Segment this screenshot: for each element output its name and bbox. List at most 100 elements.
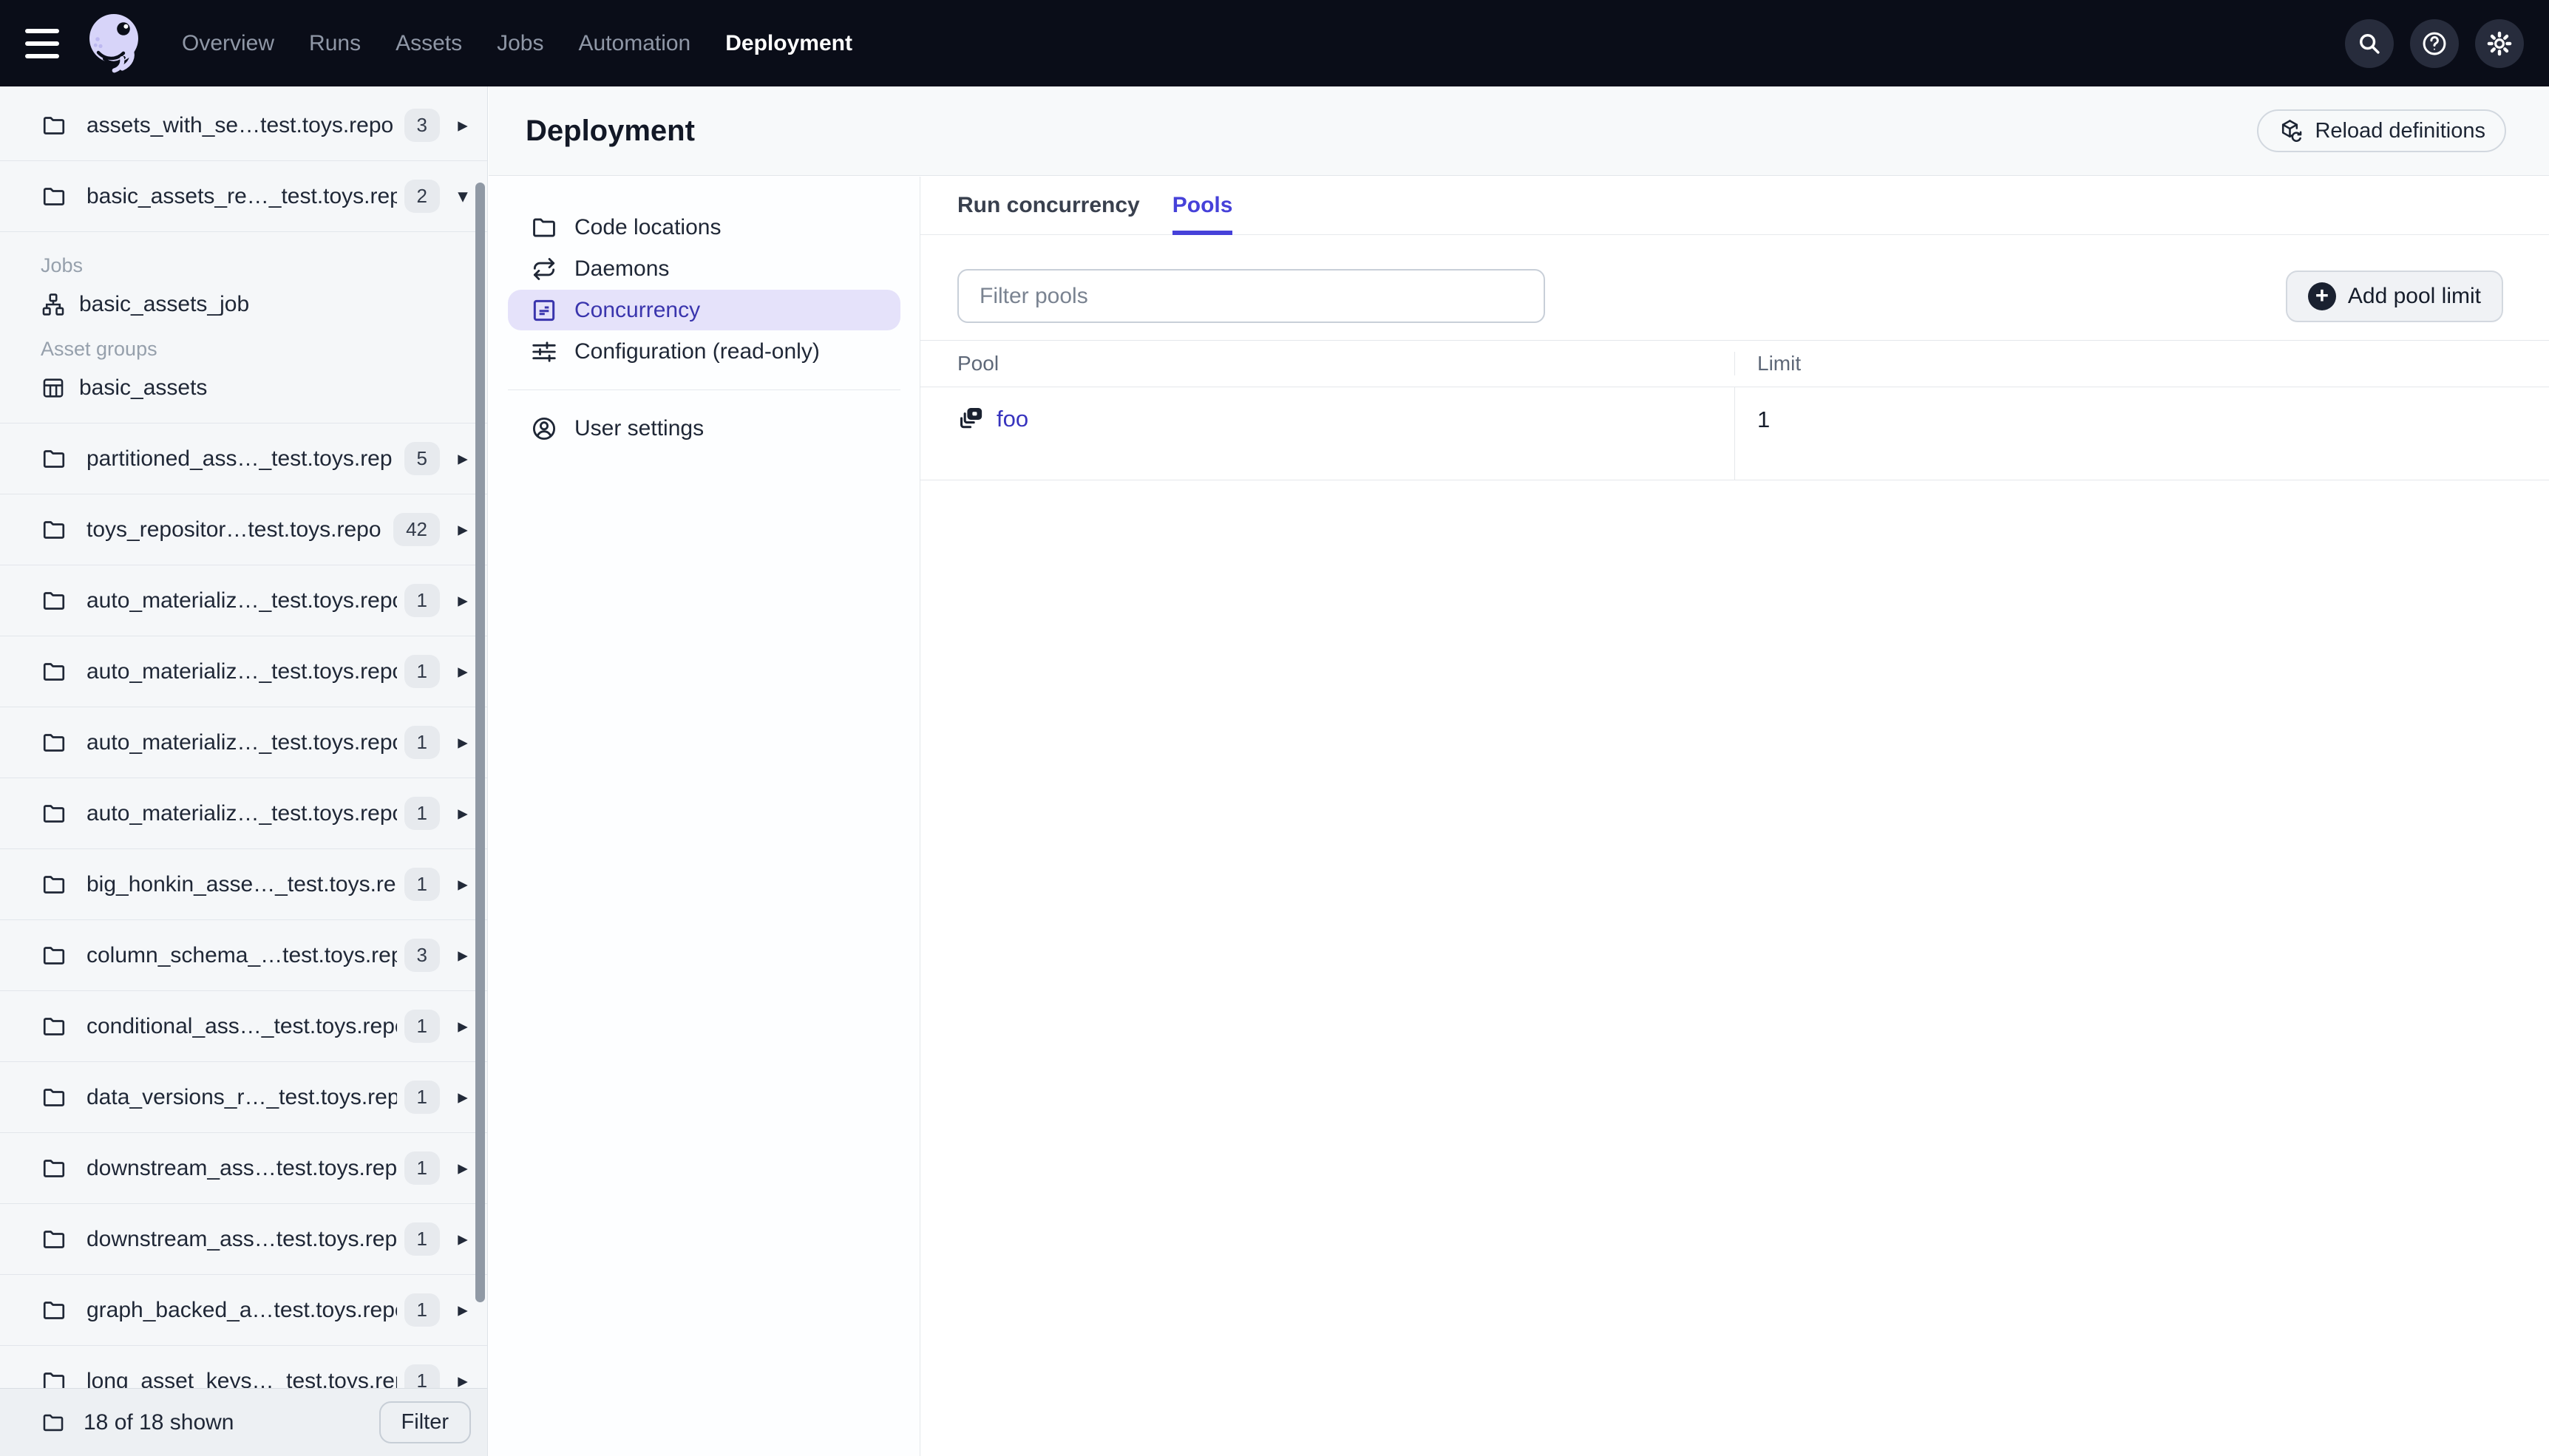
tab-run-concurrency[interactable]: Run concurrency bbox=[957, 177, 1140, 234]
count-badge: 1 bbox=[404, 1222, 440, 1256]
sidebar-scrollbar[interactable] bbox=[475, 183, 485, 1302]
sidebar-item[interactable]: assets_with_se…test.toys.repo 3 ▸ bbox=[0, 90, 487, 161]
sidebar-sub-item[interactable]: basic_assets_job bbox=[41, 285, 487, 324]
folder-icon bbox=[41, 517, 67, 543]
chevron-right-icon[interactable]: ▸ bbox=[452, 1157, 474, 1180]
concurrency-tabs: Run concurrency Pools bbox=[920, 177, 2549, 235]
filter-pools-input[interactable] bbox=[957, 269, 1545, 323]
chevron-right-icon[interactable]: ▸ bbox=[452, 731, 474, 754]
pool-limit-value: 1 bbox=[1757, 406, 1771, 432]
count-badge: 1 bbox=[404, 726, 440, 759]
tab-pools[interactable]: Pools bbox=[1172, 177, 1232, 235]
sidebar-item[interactable]: auto_materializ…_test.toys.repo 1 ▸ bbox=[0, 778, 487, 849]
folder-icon bbox=[530, 214, 558, 242]
user-icon bbox=[530, 415, 558, 443]
sidebar-item-label: partitioned_ass…_test.toys.rep bbox=[86, 446, 393, 471]
sidebar-item[interactable]: auto_materializ…_test.toys.repo 1 ▸ bbox=[0, 707, 487, 778]
sidebar-item[interactable]: auto_materializ…_test.toys.repo 1 ▸ bbox=[0, 636, 487, 707]
folder-icon bbox=[41, 1155, 67, 1182]
column-header-limit: Limit bbox=[1734, 352, 2549, 375]
subnav-item-configuration-read-only[interactable]: Configuration (read-only) bbox=[508, 331, 900, 372]
nav-item-assets[interactable]: Assets bbox=[396, 31, 462, 56]
sidebar-item-label: assets_with_se…test.toys.repo bbox=[86, 112, 394, 137]
sidebar-item[interactable]: basic_assets_re…_test.toys.rep 2 ▾ bbox=[0, 161, 487, 232]
chevron-right-icon[interactable]: ▸ bbox=[452, 589, 474, 612]
sidebar-filter-button[interactable]: Filter bbox=[379, 1401, 471, 1443]
chevron-right-icon[interactable]: ▸ bbox=[452, 1015, 474, 1038]
subnav-divider bbox=[508, 389, 900, 390]
help-button[interactable] bbox=[2410, 18, 2459, 68]
section-title: Asset groups bbox=[41, 338, 157, 360]
sidebar-item[interactable]: graph_backed_a…test.toys.repo 1 ▸ bbox=[0, 1275, 487, 1346]
chevron-right-icon[interactable]: ▸ bbox=[452, 1370, 474, 1388]
chevron-right-icon[interactable]: ▸ bbox=[452, 873, 474, 896]
count-badge: 1 bbox=[404, 797, 440, 830]
chevron-right-icon[interactable]: ▸ bbox=[452, 447, 474, 470]
nav-item-runs[interactable]: Runs bbox=[309, 31, 361, 56]
add-pool-limit-button[interactable]: + Add pool limit bbox=[2285, 270, 2503, 322]
sidebar-item[interactable]: conditional_ass…_test.toys.repo 1 ▸ bbox=[0, 991, 487, 1062]
section-title: Jobs bbox=[41, 254, 84, 276]
folder-icon bbox=[41, 659, 67, 685]
pool-link[interactable]: foo bbox=[957, 387, 1028, 432]
sidebar-item-label: big_honkin_asse…_test.toys.rep bbox=[86, 871, 397, 897]
sidebar-item[interactable]: downstream_ass…test.toys.rep 1 ▸ bbox=[0, 1133, 487, 1204]
sidebar-item[interactable]: toys_repositor…test.toys.repo 42 ▸ bbox=[0, 494, 487, 565]
sidebar-item-label: auto_materializ…_test.toys.repo bbox=[86, 729, 397, 755]
sidebar-item[interactable]: long_asset_keys…_test.toys.rep 1 ▸ bbox=[0, 1346, 487, 1388]
table-row: foo 1 bbox=[920, 387, 2549, 480]
sidebar-item[interactable]: column_schema_…test.toys.rep 3 ▸ bbox=[0, 920, 487, 991]
sidebar-item-label: long_asset_keys…_test.toys.rep bbox=[86, 1368, 397, 1389]
dagster-logo[interactable] bbox=[84, 10, 146, 77]
sidebar-item[interactable]: downstream_ass…test.toys.rep 1 ▸ bbox=[0, 1204, 487, 1275]
chevron-right-icon[interactable]: ▸ bbox=[452, 1228, 474, 1251]
hamburger-icon[interactable] bbox=[25, 28, 59, 58]
subnav-item-user-settings[interactable]: User settings bbox=[508, 408, 900, 449]
pools-table-body: foo 1 bbox=[920, 387, 2549, 480]
chevron-right-icon[interactable]: ▸ bbox=[452, 1299, 474, 1321]
chevron-right-icon[interactable]: ▸ bbox=[452, 518, 474, 541]
subnav-item-code-locations[interactable]: Code locations bbox=[508, 207, 900, 248]
search-icon bbox=[2355, 30, 2383, 58]
sidebar-item-label: toys_repositor…test.toys.repo bbox=[86, 517, 381, 542]
reload-definitions-button[interactable]: Reload definitions bbox=[2257, 109, 2506, 152]
search-button[interactable] bbox=[2345, 18, 2394, 68]
page-title: Deployment bbox=[526, 114, 695, 147]
gear-button[interactable] bbox=[2475, 18, 2524, 68]
folder-icon bbox=[41, 800, 67, 827]
main-body: Code locations Daemons Concurrency Configur… bbox=[489, 177, 2549, 1456]
asset-group-icon bbox=[41, 375, 66, 401]
concurrency-content: Run concurrency Pools + Add pool limit Po… bbox=[920, 177, 2549, 1456]
nav-item-jobs[interactable]: Jobs bbox=[497, 31, 543, 56]
sidebar-item[interactable]: data_versions_r…_test.toys.rep 1 ▸ bbox=[0, 1062, 487, 1133]
nav-item-automation[interactable]: Automation bbox=[578, 31, 690, 56]
sidebar-item-label: column_schema_…test.toys.rep bbox=[86, 942, 397, 967]
concurrency-icon bbox=[530, 296, 558, 324]
folder-icon bbox=[41, 871, 67, 898]
sidebar-item-label: downstream_ass…test.toys.rep bbox=[86, 1155, 397, 1180]
chevron-right-icon[interactable]: ▸ bbox=[452, 1086, 474, 1109]
folder-icon bbox=[41, 588, 67, 614]
nav-item-overview[interactable]: Overview bbox=[182, 31, 274, 56]
count-badge: 1 bbox=[404, 1010, 440, 1043]
sidebar-expanded-section: Jobs basic_assets_job Asset groups basic_as… bbox=[0, 232, 487, 423]
subnav-item-concurrency[interactable]: Concurrency bbox=[508, 290, 900, 330]
sidebar-item[interactable]: big_honkin_asse…_test.toys.rep 1 ▸ bbox=[0, 849, 487, 920]
subnav-item-daemons[interactable]: Daemons bbox=[508, 248, 900, 289]
subnav-item-label: Daemons bbox=[574, 256, 670, 281]
folder-icon bbox=[41, 183, 67, 210]
sub-item-label: basic_assets bbox=[79, 375, 208, 400]
chevron-right-icon[interactable]: ▸ bbox=[452, 114, 474, 137]
chevron-right-icon[interactable]: ▸ bbox=[452, 660, 474, 683]
chevron-down-icon[interactable]: ▾ bbox=[452, 185, 474, 208]
count-badge: 1 bbox=[404, 868, 440, 901]
chevron-right-icon[interactable]: ▸ bbox=[452, 802, 474, 825]
nav-item-deployment[interactable]: Deployment bbox=[725, 31, 852, 56]
chevron-right-icon[interactable]: ▸ bbox=[452, 944, 474, 967]
sidebar-item[interactable]: auto_materializ…_test.toys.repo 1 ▸ bbox=[0, 565, 487, 636]
folder-icon bbox=[41, 1226, 67, 1253]
count-badge: 3 bbox=[404, 109, 440, 142]
sidebar-item[interactable]: partitioned_ass…_test.toys.rep 5 ▸ bbox=[0, 423, 487, 494]
shown-count: 18 of 18 shown bbox=[84, 1409, 234, 1435]
sidebar-sub-item[interactable]: basic_assets bbox=[41, 368, 487, 408]
